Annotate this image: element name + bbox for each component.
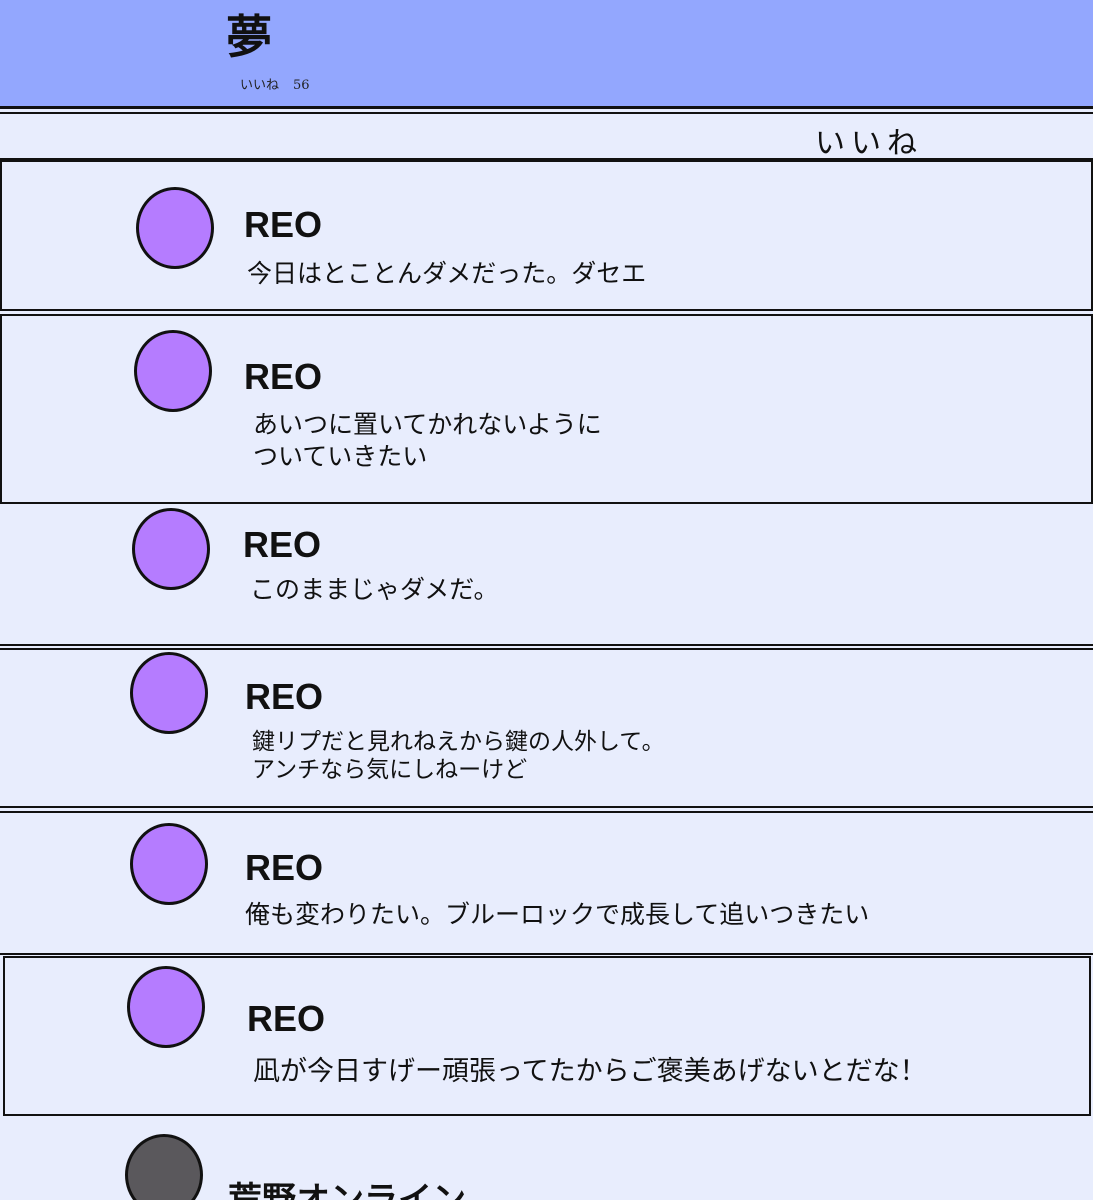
post-author: REO <box>244 204 323 245</box>
post-text: このままじゃダメだ。 <box>250 575 499 604</box>
post-text: 今日はとことんダメだった。ダセエ <box>247 259 647 288</box>
post-author: REO <box>245 847 324 888</box>
avatar[interactable] <box>127 966 205 1048</box>
likes-summary-count: 56 <box>293 78 310 93</box>
avatar[interactable] <box>130 652 208 734</box>
tab-likes[interactable]: いいね <box>815 118 923 162</box>
post-text: あいつに置いてかれないように ついていきたい <box>253 410 602 471</box>
post-text: 鍵リプだと見れねえから鍵の人外して。 アンチなら気にしねーけど <box>252 729 665 783</box>
post-item[interactable]: REO あいつに置いてかれないように ついていきたい <box>0 314 1093 504</box>
profile-title: 夢 <box>226 10 272 64</box>
post-author: REO <box>245 676 324 717</box>
post-author: REO <box>247 998 326 1039</box>
likes-summary-label: いいね <box>240 78 280 93</box>
avatar[interactable] <box>130 823 208 905</box>
post-item[interactable]: REO 今日はとことんダメだった。ダセエ <box>0 160 1093 311</box>
avatar[interactable] <box>136 187 214 269</box>
post-author: 荒野オンライン <box>228 1180 466 1200</box>
avatar[interactable] <box>125 1134 203 1200</box>
avatar[interactable] <box>134 330 212 412</box>
avatar[interactable] <box>132 508 210 590</box>
profile-header: 夢 いいね 56 <box>0 0 1093 109</box>
post-item[interactable]: REO 凪が今日すげー頑張ってたからご褒美あげないとだな！ <box>3 956 1091 1116</box>
post-item[interactable]: REO このままじゃダメだ。 <box>0 506 1093 646</box>
likes-summary: いいね 56 <box>240 74 310 93</box>
post-text: 凪が今日すげー頑張ってたからご褒美あげないとだな！ <box>253 1056 927 1087</box>
post-item[interactable]: 荒野オンライン <box>0 1118 1093 1200</box>
post-item[interactable]: REO 俺も変わりたい。ブルーロックで成長して追いつきたい <box>0 811 1093 955</box>
post-author: REO <box>244 356 323 397</box>
post-author: REO <box>243 524 322 565</box>
post-item[interactable]: REO 鍵リプだと見れねえから鍵の人外して。 アンチなら気にしねーけど <box>0 648 1093 808</box>
post-text: 俺も変わりたい。ブルーロックで成長して追いつきたい <box>245 900 870 929</box>
tab-bar: いいね <box>0 112 1093 162</box>
